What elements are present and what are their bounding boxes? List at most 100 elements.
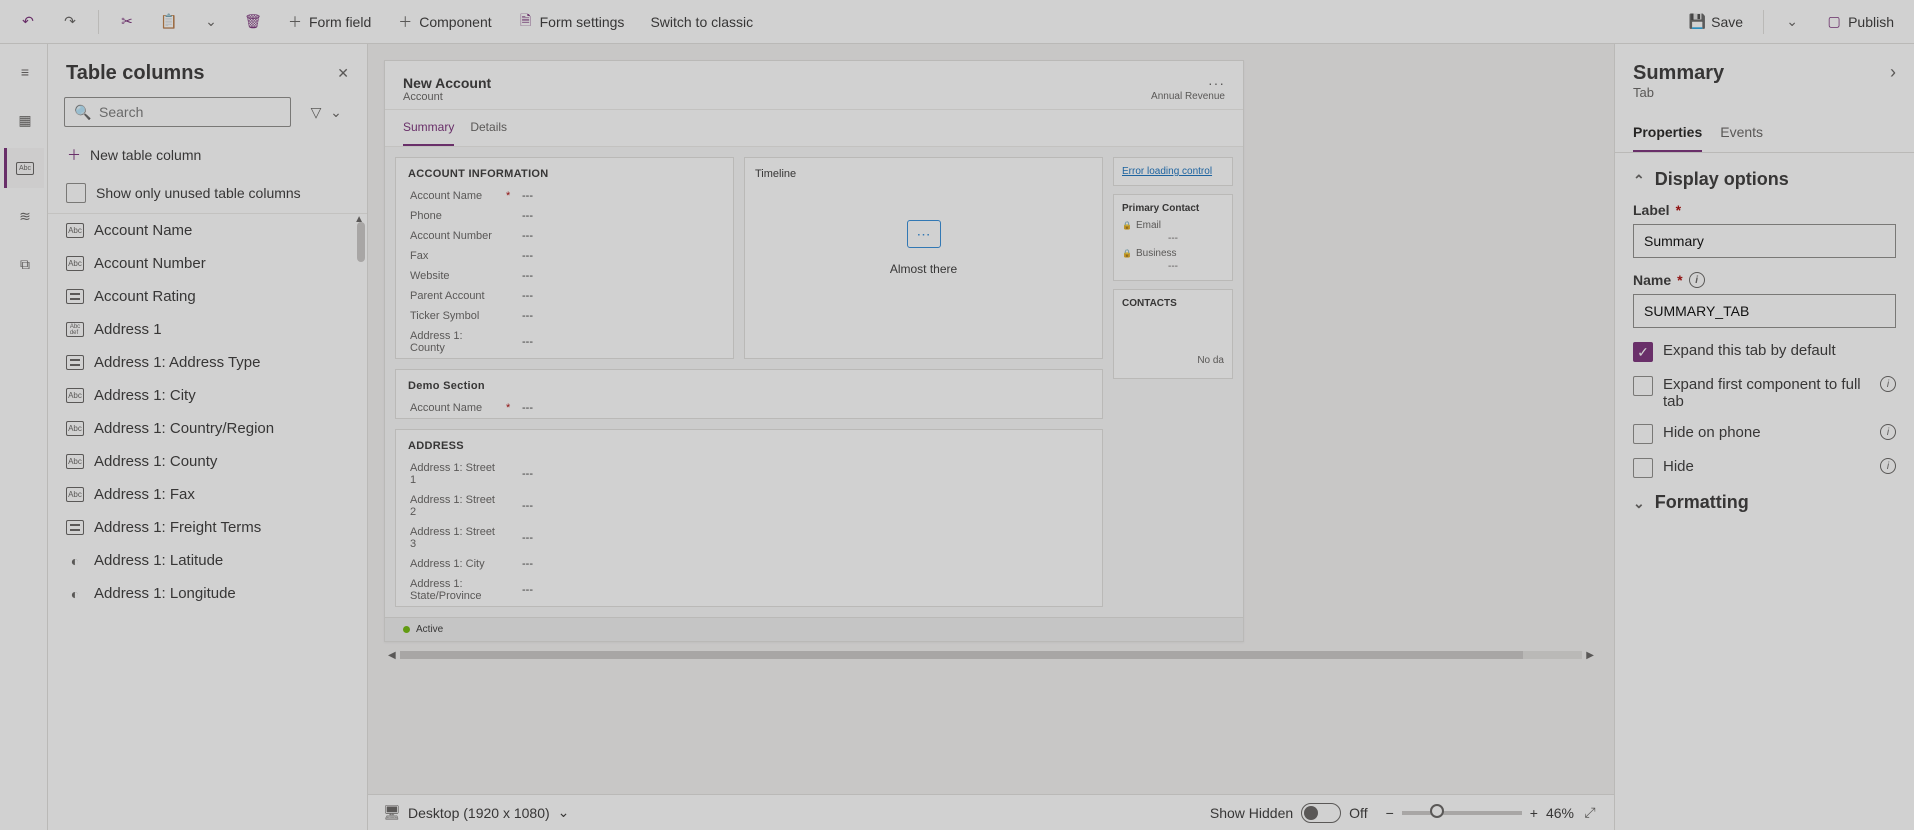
form-field[interactable]: Address 1: Street 1--- bbox=[396, 458, 1102, 490]
form-settings-button[interactable]: 🗎Form settings bbox=[508, 8, 635, 36]
prop-pane-toggle-button[interactable]: › bbox=[1890, 62, 1896, 83]
hide-phone-checkbox[interactable] bbox=[1633, 424, 1653, 444]
required-star: * bbox=[506, 190, 516, 202]
column-item[interactable]: ◐Address 1: Latitude bbox=[48, 544, 367, 577]
scrollbar-thumb[interactable] bbox=[400, 651, 1523, 659]
rail-tree-button[interactable]: ≋ bbox=[4, 196, 44, 236]
form-field[interactable]: Account Name*--- bbox=[396, 398, 1102, 418]
add-component-button[interactable]: ＋Component bbox=[387, 8, 501, 36]
new-column-label: New table column bbox=[90, 147, 201, 163]
scroll-left-icon[interactable]: ◀ bbox=[388, 650, 396, 661]
column-item[interactable]: Address 1: Address Type bbox=[48, 346, 367, 379]
info-icon[interactable]: i bbox=[1880, 376, 1896, 392]
section-display-options-header[interactable]: ⌃ Display options bbox=[1633, 169, 1896, 190]
canvas-horizontal-scrollbar[interactable]: ◀ ▶ bbox=[384, 648, 1598, 662]
form-settings-label: Form settings bbox=[540, 14, 625, 30]
switch-classic-button[interactable]: Switch to classic bbox=[640, 8, 763, 36]
columns-scrollbar-thumb[interactable] bbox=[357, 222, 365, 262]
columns-search-box[interactable]: 🔍 bbox=[64, 97, 291, 127]
show-unused-checkbox[interactable] bbox=[66, 183, 86, 203]
field-value: --- bbox=[522, 190, 533, 202]
form-field[interactable]: Fax--- bbox=[396, 246, 733, 266]
scroll-right-icon[interactable]: ▶ bbox=[1586, 650, 1594, 661]
form-field[interactable]: Phone--- bbox=[396, 206, 733, 226]
form-field[interactable]: Website--- bbox=[396, 266, 733, 286]
error-link[interactable]: Error loading control bbox=[1122, 166, 1212, 177]
show-hidden-toggle[interactable] bbox=[1301, 803, 1341, 823]
delete-button[interactable]: 🗑 bbox=[235, 8, 271, 36]
side-primary-contact[interactable]: Primary Contact 🔒Email---🔒Business--- bbox=[1113, 194, 1233, 281]
form-field[interactable]: Address 1: County--- bbox=[396, 326, 733, 358]
expand-first-checkbox[interactable] bbox=[1633, 376, 1653, 396]
column-item[interactable]: ◐Address 1: Longitude bbox=[48, 577, 367, 610]
form-field[interactable]: Parent Account--- bbox=[396, 286, 733, 306]
info-icon[interactable]: i bbox=[1880, 458, 1896, 474]
form-field[interactable]: Address 1: State/Province--- bbox=[396, 574, 1102, 606]
expand-default-checkbox[interactable] bbox=[1633, 342, 1653, 362]
prop-tab[interactable]: Properties bbox=[1633, 114, 1702, 152]
redo-button[interactable]: ↷ bbox=[52, 8, 88, 36]
add-form-field-button[interactable]: ＋Form field bbox=[277, 8, 381, 36]
undo-button[interactable]: ↶ bbox=[10, 8, 46, 36]
form-tab[interactable]: Details bbox=[470, 110, 507, 146]
fit-icon[interactable]: ⤢ bbox=[1582, 805, 1598, 821]
column-item[interactable]: AbcAddress 1: County bbox=[48, 445, 367, 478]
form-field[interactable]: Ticker Symbol--- bbox=[396, 306, 733, 326]
column-label: Address 1: Freight Terms bbox=[94, 519, 261, 536]
form-field[interactable]: Address 1: Street 3--- bbox=[396, 522, 1102, 554]
rail-columns-button[interactable]: Abc bbox=[4, 148, 44, 188]
column-item[interactable]: AbcdefAddress 1 bbox=[48, 313, 367, 346]
column-item[interactable]: Address 1: Freight Terms bbox=[48, 511, 367, 544]
zoom-slider[interactable] bbox=[1402, 811, 1522, 815]
zoom-out-button[interactable]: − bbox=[1386, 805, 1394, 821]
device-dropdown[interactable]: ⌄ bbox=[558, 804, 570, 821]
column-type-icon bbox=[66, 520, 84, 535]
form-field[interactable]: Account Number--- bbox=[396, 226, 733, 246]
publish-button[interactable]: ▢Publish bbox=[1816, 8, 1904, 36]
column-item[interactable]: AbcAccount Number bbox=[48, 247, 367, 280]
side-mini-field[interactable]: 🔒Business bbox=[1122, 248, 1224, 259]
save-dropdown[interactable]: ⌄ bbox=[1774, 8, 1810, 36]
column-item[interactable]: Account Rating bbox=[48, 280, 367, 313]
rail-components-button[interactable]: ▦ bbox=[4, 100, 44, 140]
info-icon[interactable]: i bbox=[1880, 424, 1896, 440]
form-field[interactable]: Account Name*--- bbox=[396, 186, 733, 206]
columns-list[interactable]: ▲ AbcAccount NameAbcAccount NumberAccoun… bbox=[48, 214, 367, 830]
prop-tab[interactable]: Events bbox=[1720, 114, 1763, 152]
column-item[interactable]: AbcAddress 1: City bbox=[48, 379, 367, 412]
column-item[interactable]: AbcAddress 1: Country/Region bbox=[48, 412, 367, 445]
paste-button[interactable]: 📋 bbox=[151, 8, 187, 36]
columns-panel-close-button[interactable]: ✕ bbox=[337, 65, 349, 82]
field-label: Phone bbox=[410, 210, 500, 222]
form-field[interactable]: Address 1: City--- bbox=[396, 554, 1102, 574]
save-button[interactable]: 💾Save bbox=[1679, 8, 1753, 36]
section-address[interactable]: ADDRESS Address 1: Street 1---Address 1:… bbox=[395, 429, 1103, 607]
zoom-in-button[interactable]: + bbox=[1530, 805, 1538, 821]
section-account-information[interactable]: ACCOUNT INFORMATION Account Name*---Phon… bbox=[395, 157, 734, 359]
section-formatting-header[interactable]: ⌄ Formatting bbox=[1633, 492, 1896, 513]
form-preview-card[interactable]: New Account Account ··· Annual Revenue S… bbox=[384, 60, 1244, 642]
rail-libraries-button[interactable]: ⧉ bbox=[4, 244, 44, 284]
column-label: Address 1: Country/Region bbox=[94, 420, 274, 437]
columns-search-input[interactable] bbox=[99, 104, 280, 120]
form-tab[interactable]: Summary bbox=[403, 110, 454, 146]
hide-checkbox[interactable] bbox=[1633, 458, 1653, 478]
columns-filter-button[interactable]: ▽ ⌄ bbox=[299, 97, 353, 127]
side-control-error[interactable]: Error loading control bbox=[1113, 157, 1233, 186]
zoom-slider-thumb[interactable] bbox=[1430, 804, 1444, 818]
column-item[interactable]: AbcAccount Name bbox=[48, 214, 367, 247]
cut-button[interactable]: ✂ bbox=[109, 8, 145, 36]
column-item[interactable]: AbcAddress 1: Fax bbox=[48, 478, 367, 511]
new-table-column-button[interactable]: ＋ New table column bbox=[48, 137, 367, 173]
rail-menu-button[interactable]: ≡ bbox=[4, 52, 44, 92]
form-field[interactable]: Address 1: Street 2--- bbox=[396, 490, 1102, 522]
side-mini-field[interactable]: 🔒Email bbox=[1122, 220, 1224, 231]
paste-dropdown[interactable]: ⌄ bbox=[193, 8, 229, 36]
side-contacts[interactable]: CONTACTS No da bbox=[1113, 289, 1233, 379]
info-icon[interactable]: i bbox=[1689, 272, 1705, 288]
name-input[interactable] bbox=[1633, 294, 1896, 328]
section-demo[interactable]: Demo Section Account Name*--- bbox=[395, 369, 1103, 419]
timeline-section[interactable]: Timeline ⋯ Almost there bbox=[744, 157, 1103, 359]
label-input[interactable] bbox=[1633, 224, 1896, 258]
form-header-more-button[interactable]: ··· bbox=[1151, 75, 1225, 91]
